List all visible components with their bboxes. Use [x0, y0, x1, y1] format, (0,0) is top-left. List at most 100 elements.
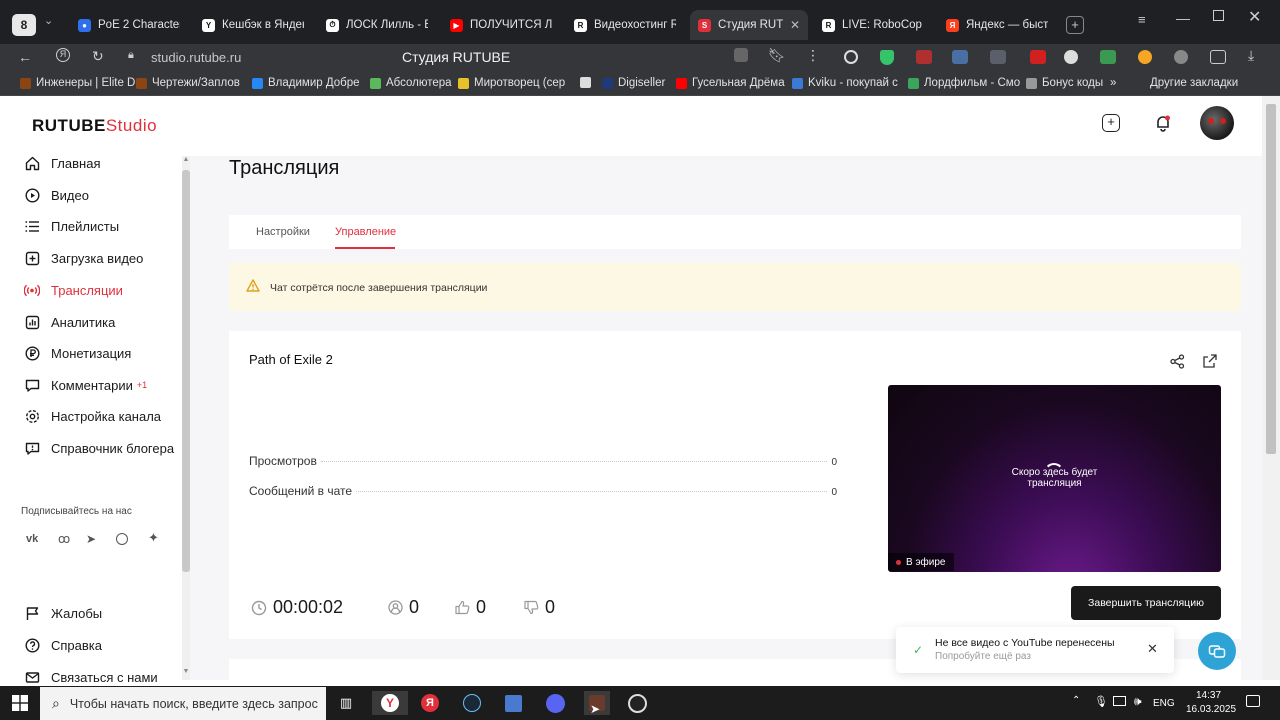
yandex-home-icon[interactable]: Я: [56, 48, 70, 62]
tray-network-icon[interactable]: [1113, 696, 1126, 706]
browser-tab[interactable]: ▶ ПОЛУЧИТСЯ ЛИ: [442, 10, 560, 40]
tab-management[interactable]: Управление: [335, 226, 396, 238]
sidebar-item[interactable]: Аналитика: [24, 312, 115, 332]
window-close-button[interactable]: ✕: [1248, 7, 1261, 27]
yandex-taskbar-icon[interactable]: Я: [418, 691, 442, 715]
sidebar-scrollbar-thumb[interactable]: [182, 170, 190, 572]
save-disk-taskbar-icon[interactable]: [501, 691, 525, 715]
browser-tab[interactable]: S Студия RUTUB ✕: [690, 10, 808, 40]
support-chat-button[interactable]: [1198, 632, 1236, 670]
other-bookmarks-folder[interactable]: Другие закладки: [1150, 77, 1238, 89]
browser-tab[interactable]: Я Яндекс — быстр: [938, 10, 1056, 40]
tray-chevron-icon[interactable]: ⌃: [1072, 695, 1080, 706]
bookmark-item[interactable]: Владимир Добре: [252, 77, 360, 89]
viber-social-icon[interactable]: [116, 533, 128, 545]
bookmark-item[interactable]: Бонус коды: [1026, 77, 1103, 89]
bookmark-item[interactable]: [580, 77, 596, 88]
rutube-studio-logo[interactable]: RUTUBEStudio: [32, 116, 157, 136]
dzen-social-icon[interactable]: ✦: [148, 530, 159, 546]
sidebar-scroll-down-icon[interactable]: ▼: [182, 668, 190, 675]
user-avatar[interactable]: [1200, 106, 1234, 140]
extension-shield-icon[interactable]: [880, 50, 894, 65]
open-external-icon[interactable]: [1203, 354, 1217, 373]
tab-counter-button[interactable]: 8: [12, 14, 36, 36]
page-scrollbar-thumb[interactable]: [1266, 104, 1276, 454]
task-view-icon[interactable]: ▥: [334, 691, 358, 715]
bookmark-item[interactable]: Абсолютера: [370, 77, 452, 89]
bookmark-item[interactable]: Чертежи/Заплов: [136, 77, 240, 89]
toast-close-icon[interactable]: ✕: [1147, 641, 1158, 657]
stream-preview[interactable]: Скоро здесь будет трансляция В эфире: [888, 385, 1221, 572]
extension-icon-3[interactable]: [916, 50, 932, 64]
bookmark-item[interactable]: Миротворец (сер: [458, 77, 565, 89]
extension-icon-11[interactable]: [1210, 50, 1226, 64]
tab-close-icon[interactable]: ✕: [790, 18, 800, 32]
tray-time[interactable]: 14:37: [1196, 690, 1221, 701]
discord-taskbar-icon[interactable]: [543, 691, 567, 715]
sidebar-item[interactable]: Плейлисты: [24, 216, 119, 236]
end-stream-button[interactable]: Завершить трансляцию: [1071, 586, 1221, 620]
extensions-badge-icon[interactable]: [734, 48, 748, 62]
sidebar-item[interactable]: Связаться с нами: [24, 667, 158, 687]
browser-tab[interactable]: R LIVE: RoboCop c: [814, 10, 932, 40]
sidebar-item[interactable]: Главная: [24, 153, 100, 173]
new-tab-button[interactable]: +: [1066, 16, 1084, 34]
odnoklassniki-social-icon[interactable]: ꝏ: [58, 532, 70, 546]
sidebar-item[interactable]: Настройка канала: [24, 406, 161, 426]
extension-icon-9[interactable]: [1138, 50, 1152, 64]
sidebar-item[interactable]: Трансляции: [24, 280, 123, 300]
bookmark-item[interactable]: Digiseller: [602, 77, 665, 89]
browser-tab[interactable]: ⏱ ЛОСК Лилль - Бо: [318, 10, 436, 40]
url-field[interactable]: studio.rutube.ru: [151, 50, 241, 65]
telegram-social-icon[interactable]: ➤: [86, 532, 96, 546]
add-content-button[interactable]: +: [1102, 114, 1120, 132]
tray-microphone-icon[interactable]: 🎙︎: [1094, 695, 1108, 708]
tab-list-chevron-icon[interactable]: ⌄: [44, 14, 53, 27]
window-maximize-button[interactable]: [1213, 10, 1224, 21]
sidebar-item[interactable]: Загрузка видео: [24, 248, 143, 268]
obs-taskbar-icon[interactable]: [625, 691, 649, 715]
extension-icon-6[interactable]: [1030, 50, 1046, 64]
sidebar-scroll-up-icon[interactable]: ▲: [182, 156, 190, 163]
tray-date[interactable]: 16.03.2025: [1186, 704, 1236, 715]
tray-language[interactable]: ENG: [1153, 698, 1175, 709]
bookmark-item[interactable]: Kviku - покупай с: [792, 77, 898, 89]
download-icon[interactable]: ⤓: [1248, 47, 1254, 64]
sidebar-item[interactable]: Справка: [24, 635, 102, 655]
bookmark-item[interactable]: Лордфильм - Смо: [908, 77, 1020, 89]
tray-volume-icon[interactable]: 🕪︎: [1134, 694, 1142, 709]
taskbar-search-box[interactable]: ⌕ Чтобы начать поиск, введите здесь запр…: [40, 687, 326, 720]
window-minimize-button[interactable]: —: [1176, 10, 1190, 26]
bookmark-icon[interactable]: 🔖︎: [768, 47, 786, 64]
browser-tab[interactable]: Y Кешбэк в Яндекс: [194, 10, 312, 40]
yandex-browser-taskbar-icon[interactable]: Y: [372, 691, 408, 715]
bookmarks-overflow-chevron-icon[interactable]: »: [1110, 77, 1116, 89]
sidebar-item[interactable]: Монетизация: [24, 343, 131, 363]
extension-icon-7[interactable]: [1064, 50, 1078, 64]
steam-taskbar-icon[interactable]: [460, 691, 484, 715]
extension-icon-4[interactable]: [952, 50, 968, 64]
browser-tab[interactable]: R Видеохостинг RU: [566, 10, 684, 40]
browser-tab[interactable]: ● PoE 2 Character F: [70, 10, 188, 40]
sidebar-item-label: Плейлисты: [51, 218, 120, 234]
extension-icon-8[interactable]: [1100, 50, 1116, 64]
reload-icon[interactable]: ↻: [92, 48, 104, 65]
bookmark-item[interactable]: Гусельная Дрёма: [676, 77, 785, 89]
notification-center-icon[interactable]: [1246, 695, 1260, 707]
tab-settings[interactable]: Настройки: [256, 226, 310, 238]
share-icon[interactable]: [1170, 354, 1185, 374]
sidebar-item[interactable]: Комментарии +1: [24, 375, 147, 395]
windows-start-icon[interactable]: [8, 691, 32, 715]
more-options-icon[interactable]: ⋮: [806, 47, 820, 64]
sidebar-item[interactable]: Справочник блогера: [24, 438, 174, 458]
extension-icon-5[interactable]: [990, 50, 1006, 64]
sidebar-item[interactable]: Жалобы: [24, 603, 102, 623]
bookmark-item[interactable]: Инженеры | Elite D: [20, 77, 135, 89]
back-arrow-icon[interactable]: ←: [18, 49, 32, 65]
extension-icon-1[interactable]: [844, 50, 858, 64]
browser-menu-icon[interactable]: ≡: [1138, 12, 1146, 27]
extension-icon-10[interactable]: [1174, 50, 1188, 64]
sidebar-item[interactable]: Видео: [24, 185, 89, 205]
vk-social-icon[interactable]: vk: [26, 533, 38, 545]
notifications-bell-icon[interactable]: [1154, 114, 1172, 137]
